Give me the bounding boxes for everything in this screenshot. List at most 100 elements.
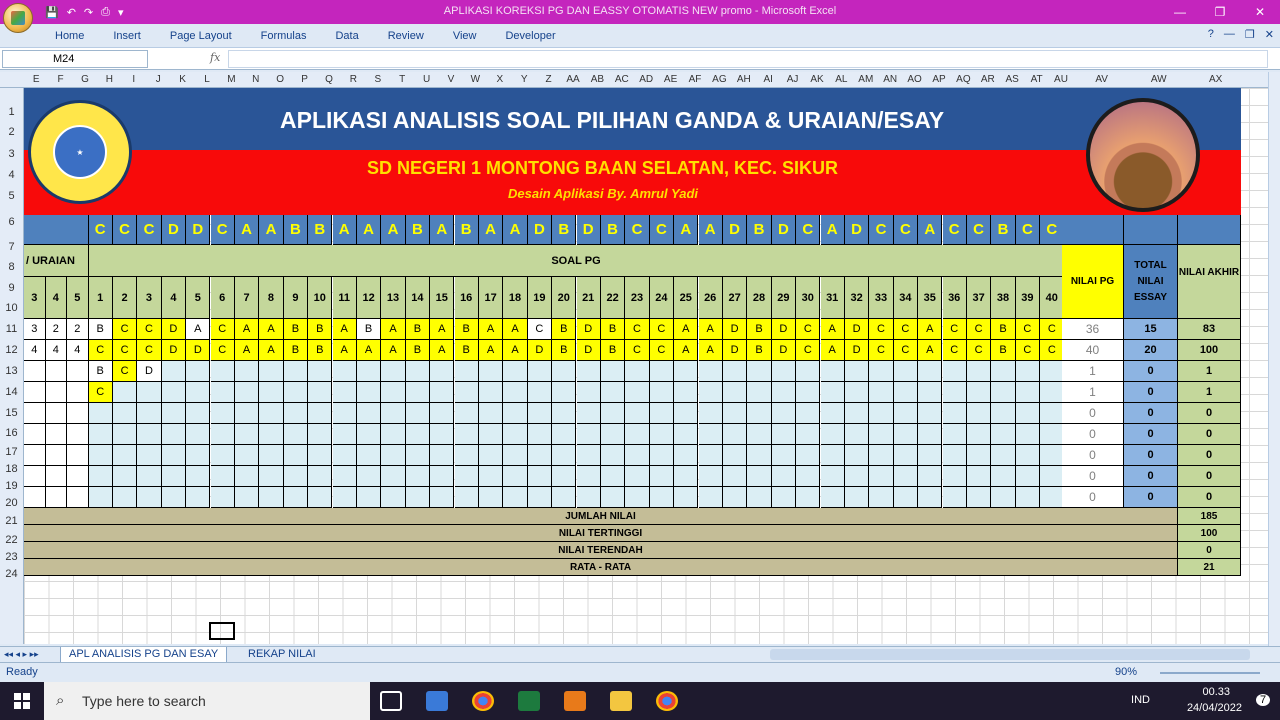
taskbar-search[interactable]: ⌕ Type here to search: [44, 682, 370, 720]
ribbon-restore-icon[interactable]: ❐: [1245, 28, 1255, 41]
row-header[interactable]: 4: [0, 169, 23, 181]
row-header[interactable]: 23: [0, 551, 23, 563]
row-header[interactable]: 15: [0, 407, 23, 419]
row-header[interactable]: 17: [0, 446, 23, 458]
column-header[interactable]: Z: [536, 74, 560, 85]
chrome-profile-icon[interactable]: [656, 691, 678, 711]
column-header[interactable]: W: [463, 74, 487, 85]
chrome-icon[interactable]: [472, 691, 494, 711]
column-header[interactable]: Y: [512, 74, 536, 85]
column-header[interactable]: E: [24, 74, 48, 85]
file-explorer-icon[interactable]: [610, 691, 632, 711]
redo-icon[interactable]: ↷: [84, 6, 93, 19]
column-header[interactable]: G: [73, 74, 97, 85]
column-header[interactable]: K: [170, 74, 194, 85]
language-indicator[interactable]: IND: [1131, 694, 1150, 706]
row-header[interactable]: 8: [0, 261, 23, 273]
row-header[interactable]: 12: [0, 344, 23, 356]
column-header[interactable]: AP: [927, 74, 951, 85]
maximize-button[interactable]: ❐: [1200, 0, 1240, 24]
column-header[interactable]: H: [97, 74, 121, 85]
row-header[interactable]: 7: [0, 241, 23, 253]
excel-icon[interactable]: [518, 691, 540, 711]
column-header[interactable]: AR: [976, 74, 1000, 85]
row-header[interactable]: 21: [0, 515, 23, 527]
column-header[interactable]: AU: [1049, 74, 1073, 85]
row-header[interactable]: 20: [0, 497, 23, 509]
customize-toolbar-icon[interactable]: ▾: [118, 6, 124, 19]
column-header[interactable]: R: [341, 74, 365, 85]
column-header[interactable]: AB: [585, 74, 609, 85]
column-header[interactable]: X: [488, 74, 512, 85]
column-header[interactable]: AV: [1073, 74, 1130, 85]
column-header[interactable]: N: [244, 74, 268, 85]
sheet-nav-icon[interactable]: ◂◂ ◂ ▸ ▸▸: [4, 649, 39, 660]
column-header[interactable]: AJ: [780, 74, 804, 85]
formula-input[interactable]: [228, 50, 1268, 68]
worksheet[interactable]: APLIKASI ANALISIS SOAL PILIHAN GANDA & U…: [24, 88, 1268, 644]
name-box[interactable]: M24: [2, 50, 148, 68]
windows-start-button[interactable]: [0, 682, 44, 720]
column-header[interactable]: AQ: [951, 74, 975, 85]
ribbon-tab-home[interactable]: Home: [55, 30, 84, 42]
column-header[interactable]: AC: [610, 74, 634, 85]
minimize-button[interactable]: —: [1160, 0, 1200, 24]
ribbon-tab-view[interactable]: View: [453, 30, 477, 42]
close-button[interactable]: ✕: [1240, 0, 1280, 24]
column-header[interactable]: AW: [1130, 74, 1187, 85]
function-icon[interactable]: fx: [210, 51, 220, 64]
column-header[interactable]: AX: [1187, 74, 1244, 85]
help-icon[interactable]: ?: [1208, 28, 1214, 41]
row-header[interactable]: 14: [0, 386, 23, 398]
column-header[interactable]: AG: [707, 74, 731, 85]
column-header[interactable]: S: [366, 74, 390, 85]
column-header[interactable]: P: [292, 74, 316, 85]
row-header[interactable]: 5: [0, 190, 23, 202]
column-header[interactable]: AO: [902, 74, 926, 85]
media-player-icon[interactable]: [564, 691, 586, 711]
store-icon[interactable]: [426, 691, 448, 711]
row-header[interactable]: 3: [0, 148, 23, 160]
column-header[interactable]: U: [414, 74, 438, 85]
clock-time[interactable]: 00.33: [1202, 686, 1230, 698]
column-header[interactable]: AI: [756, 74, 780, 85]
task-view-icon[interactable]: [380, 691, 402, 711]
row-header[interactable]: 24: [0, 568, 23, 580]
office-button[interactable]: [3, 3, 33, 33]
column-header[interactable]: AF: [683, 74, 707, 85]
column-header[interactable]: J: [146, 74, 170, 85]
column-header[interactable]: AN: [878, 74, 902, 85]
column-header[interactable]: AD: [634, 74, 658, 85]
zoom-slider[interactable]: [1160, 672, 1260, 674]
row-header[interactable]: 19: [0, 480, 23, 492]
ribbon-tab-page-layout[interactable]: Page Layout: [170, 30, 232, 42]
ribbon-tab-data[interactable]: Data: [335, 30, 358, 42]
column-header[interactable]: AS: [1000, 74, 1024, 85]
ribbon-tab-review[interactable]: Review: [388, 30, 424, 42]
horizontal-scrollbar[interactable]: [770, 649, 1250, 660]
column-header[interactable]: AA: [561, 74, 585, 85]
clock-date[interactable]: 24/04/2022: [1187, 702, 1242, 714]
row-header[interactable]: 10: [0, 302, 23, 314]
zoom-level[interactable]: 90%: [1115, 666, 1137, 678]
column-header[interactable]: F: [48, 74, 72, 85]
column-header[interactable]: AM: [854, 74, 878, 85]
print-preview-icon[interactable]: ⎙: [101, 6, 110, 19]
sheet-tab-rekap[interactable]: REKAP NILAI: [240, 647, 324, 663]
column-header[interactable]: AT: [1024, 74, 1048, 85]
notification-badge[interactable]: 7: [1256, 694, 1270, 706]
column-header[interactable]: V: [439, 74, 463, 85]
undo-icon[interactable]: ↶: [67, 6, 76, 19]
row-header[interactable]: 2: [0, 126, 23, 138]
vertical-scrollbar[interactable]: [1268, 72, 1280, 646]
save-icon[interactable]: 💾: [45, 6, 59, 19]
ribbon-tab-formulas[interactable]: Formulas: [261, 30, 307, 42]
column-header[interactable]: AH: [732, 74, 756, 85]
column-header[interactable]: I: [122, 74, 146, 85]
row-header[interactable]: 22: [0, 534, 23, 546]
column-header[interactable]: L: [195, 74, 219, 85]
column-header[interactable]: AE: [658, 74, 682, 85]
row-header[interactable]: 6: [0, 216, 23, 228]
ribbon-tab-insert[interactable]: Insert: [113, 30, 141, 42]
column-header[interactable]: AL: [829, 74, 853, 85]
